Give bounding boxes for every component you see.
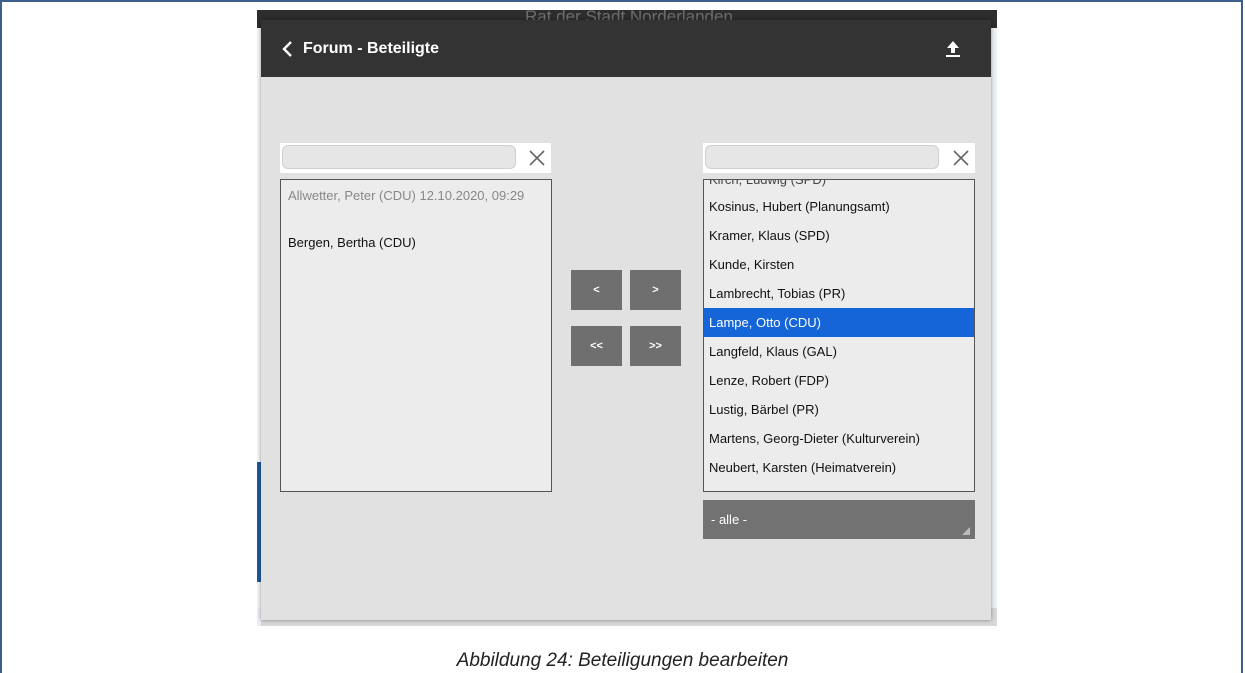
list-item[interactable]: Lambrecht, Tobias (PR) — [704, 279, 974, 308]
dialog-header: Forum - Beteiligte — [261, 20, 991, 77]
list-item[interactable]: Langfeld, Klaus (GAL) — [704, 337, 974, 366]
move-all-right-button[interactable]: >> — [630, 326, 681, 366]
available-participants-list[interactable]: Kirch, Ludwig (SPD) Kosinus, Hubert (Pla… — [703, 179, 975, 492]
chevron-left-icon[interactable] — [280, 39, 296, 59]
resize-corner-icon — [962, 527, 970, 535]
list-item[interactable]: Lustig, Bärbel (PR) — [704, 395, 974, 424]
move-all-left-button[interactable]: << — [571, 326, 622, 366]
left-search-box — [280, 143, 551, 173]
right-search-box — [703, 143, 975, 173]
dialog-title: Forum - Beteiligte — [303, 40, 440, 57]
right-search-input[interactable] — [705, 145, 939, 169]
list-item[interactable]: Bergen, Bertha (CDU) — [288, 235, 416, 250]
list-item[interactable]: Kunde, Kirsten — [704, 250, 974, 279]
move-right-button[interactable]: > — [630, 270, 681, 310]
list-item[interactable]: Lenze, Robert (FDP) — [704, 366, 974, 395]
clear-icon[interactable] — [527, 148, 547, 168]
figure-caption: Abbildung 24: Beteiligungen bearbeiten — [456, 650, 789, 671]
list-item-selected[interactable]: Lampe, Otto (CDU) — [704, 308, 974, 337]
list-item[interactable]: Kramer, Klaus (SPD) — [704, 221, 974, 250]
participants-dialog: Forum - Beteiligte Allwetter, Peter (CDU… — [261, 20, 991, 620]
upload-icon[interactable] — [942, 38, 964, 60]
list-item[interactable]: Martens, Georg-Dieter (Kulturverein) — [704, 424, 974, 453]
list-item[interactable]: Kosinus, Hubert (Planungsamt) — [704, 192, 974, 221]
assigned-participants-list[interactable]: Allwetter, Peter (CDU) 12.10.2020, 09:29… — [280, 179, 552, 492]
list-item[interactable]: Allwetter, Peter (CDU) 12.10.2020, 09:29 — [288, 188, 538, 204]
clear-icon[interactable] — [951, 148, 971, 168]
list-item[interactable]: Neubert, Karsten (Heimatverein) — [704, 453, 974, 482]
move-left-button[interactable]: < — [571, 270, 622, 310]
filter-select-value: - alle - — [711, 512, 748, 527]
group-filter-select[interactable]: - alle - — [703, 500, 975, 539]
left-search-input[interactable] — [282, 145, 516, 169]
